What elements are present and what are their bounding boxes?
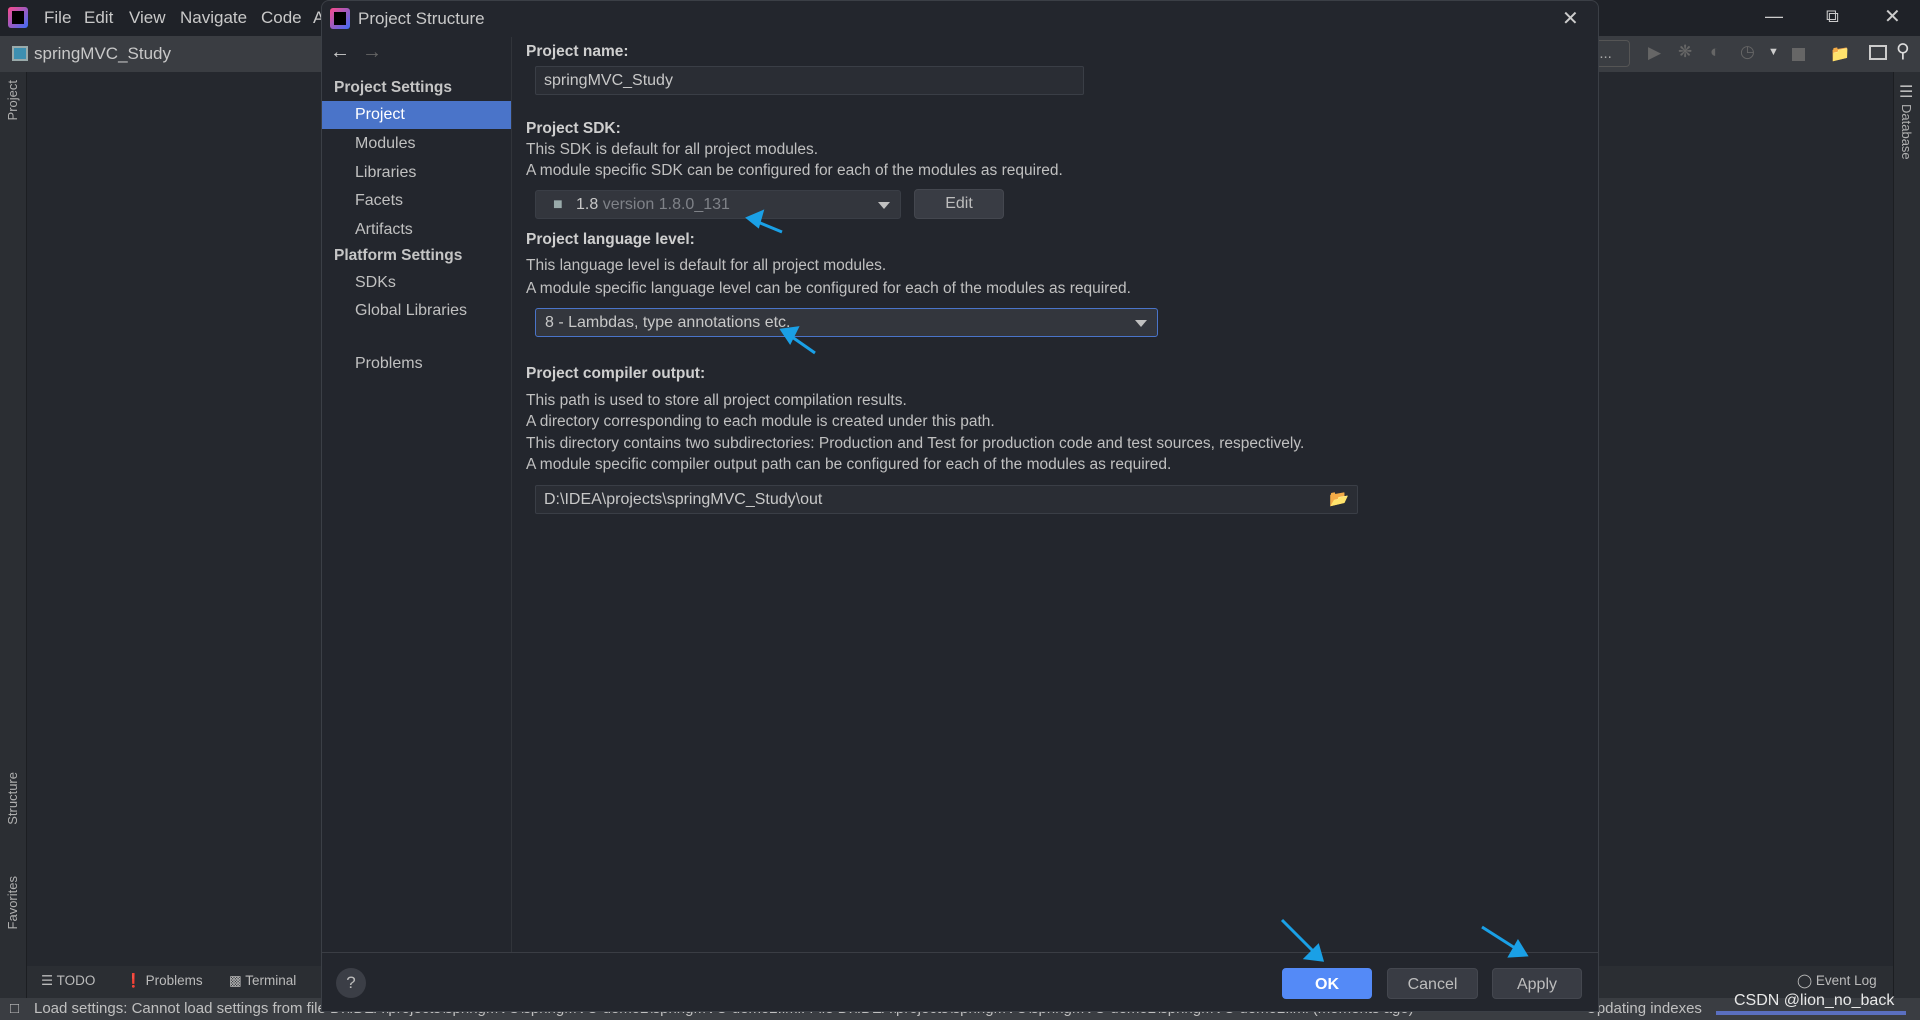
sidebar-item-project[interactable]: Project	[322, 101, 511, 129]
language-level-dropdown[interactable]: 8 - Lambdas, type annotations etc.	[535, 308, 1158, 337]
project-folder-icon	[12, 46, 28, 61]
dialog-title: Project Structure	[358, 9, 485, 28]
project-name-label: Project name:	[526, 43, 629, 60]
sidebar-item-facets[interactable]: Facets	[322, 187, 511, 215]
project-tool-tab[interactable]: Project	[5, 80, 20, 120]
todo-tab[interactable]: ☰ TODO	[41, 973, 95, 989]
project-sdk-dropdown[interactable]: ■ 1.8 version 1.8.0_131	[535, 190, 901, 219]
language-description-1: This language level is default for all p…	[526, 257, 887, 274]
project-structure-icon[interactable]: 📁	[1830, 44, 1850, 64]
favorites-tool-tab[interactable]: Favorites	[5, 876, 20, 929]
compiler-output-label: Project compiler output:	[526, 365, 706, 382]
help-button[interactable]: ?	[336, 968, 366, 998]
database-icon: ☰	[1899, 84, 1914, 101]
coverage-icon[interactable]: ◐	[1710, 42, 1720, 62]
sidebar-item-libraries[interactable]: Libraries	[322, 159, 511, 187]
profile-icon[interactable]: ◷	[1740, 42, 1755, 62]
sidebar-item-global-libraries[interactable]: Global Libraries	[322, 297, 511, 325]
intellij-logo-icon	[8, 7, 28, 28]
footer-divider	[322, 952, 1598, 953]
chevron-down-icon	[878, 202, 890, 209]
forward-arrow-icon[interactable]: →	[362, 41, 382, 64]
event-log-tab[interactable]: ◯ Event Log	[1797, 973, 1877, 989]
language-description-2: A module specific language level can be …	[526, 280, 1131, 297]
output-description-4: A module specific compiler output path c…	[526, 456, 1172, 473]
problems-label: Problems	[145, 973, 203, 988]
problems-tab[interactable]: ❗ Problems	[125, 973, 203, 989]
edit-sdk-button[interactable]: Edit	[914, 189, 1004, 219]
ok-button[interactable]: OK	[1282, 968, 1372, 999]
chevron-down-icon	[1135, 320, 1147, 327]
menu-file[interactable]: File	[44, 8, 71, 28]
sidebar-item-modules[interactable]: Modules	[322, 130, 511, 158]
project-settings-header: Project Settings	[334, 79, 452, 96]
project-name-input[interactable]: springMVC_Study	[535, 66, 1084, 95]
jdk-folder-icon: ■	[553, 196, 563, 213]
right-tool-strip: ☰ Database	[1893, 72, 1920, 998]
terminal-label: Terminal	[245, 973, 297, 988]
settings-sidebar: ← → Project Settings Project Modules Lib…	[322, 37, 512, 952]
output-description-1: This path is used to store all project c…	[526, 392, 907, 409]
sdk-description-1: This SDK is default for all project modu…	[526, 141, 819, 158]
structure-tool-tab[interactable]: Structure	[5, 772, 20, 825]
search-icon[interactable]: ⚲	[1896, 40, 1910, 63]
status-icon: □	[10, 1000, 20, 1017]
window-close-icon[interactable]: ✕	[1884, 4, 1901, 29]
event-log-label: Event Log	[1815, 973, 1877, 988]
stop-icon[interactable]	[1792, 48, 1805, 61]
dialog-close-icon[interactable]: ✕	[1562, 6, 1579, 31]
sdk-name: 1.8	[576, 196, 599, 213]
project-breadcrumb[interactable]: springMVC_Study	[34, 44, 171, 64]
menu-edit[interactable]: Edit	[84, 8, 113, 28]
compiler-output-input[interactable]: D:\IDEA\projects\springMVC_Study\out 📂	[535, 485, 1358, 514]
restore-icon[interactable]: ⧉	[1826, 6, 1839, 27]
sidebar-item-problems[interactable]: Problems	[322, 350, 511, 378]
compiler-output-value: D:\IDEA\projects\springMVC_Study\out	[544, 491, 823, 508]
terminal-tab[interactable]: ▩ Terminal	[229, 973, 296, 989]
run-icon[interactable]: ▶	[1648, 43, 1661, 63]
sdk-version: version 1.8.0_131	[602, 196, 730, 213]
browse-folder-icon[interactable]: 📂	[1329, 486, 1349, 513]
left-tool-strip: Project Structure Favorites	[0, 72, 27, 998]
dropdown-icon[interactable]: ▼	[1768, 46, 1779, 58]
todo-label: TODO	[56, 973, 96, 988]
indexing-progress-bar	[1716, 1011, 1906, 1015]
database-tool-tab[interactable]: Database	[1899, 104, 1914, 160]
menu-navigate[interactable]: Navigate	[180, 8, 247, 28]
terminal-icon[interactable]	[1869, 45, 1887, 60]
apply-button[interactable]: Apply	[1492, 968, 1582, 999]
menu-code[interactable]: Code	[261, 8, 302, 28]
platform-settings-header: Platform Settings	[334, 247, 463, 264]
output-description-3: This directory contains two subdirectori…	[526, 435, 1305, 452]
debug-icon[interactable]: ❋	[1678, 42, 1692, 62]
minimize-icon[interactable]: —	[1765, 6, 1783, 27]
back-arrow-icon[interactable]: ←	[330, 41, 350, 64]
sdk-description-2: A module specific SDK can be configured …	[526, 162, 1063, 179]
sidebar-item-sdks[interactable]: SDKs	[322, 269, 511, 297]
project-structure-dialog: Project Structure ✕ ← → Project Settings…	[321, 0, 1599, 1012]
watermark: CSDN @lion_no_back	[1734, 992, 1895, 1009]
sidebar-item-artifacts[interactable]: Artifacts	[322, 216, 511, 244]
intellij-logo-icon	[330, 8, 350, 29]
project-sdk-label: Project SDK:	[526, 120, 621, 137]
language-level-label: Project language level:	[526, 231, 695, 248]
language-level-value: 8 - Lambdas, type annotations etc.	[545, 314, 791, 331]
dialog-title-bar: Project Structure ✕	[322, 1, 1598, 37]
cancel-button[interactable]: Cancel	[1387, 968, 1478, 999]
output-description-2: A directory corresponding to each module…	[526, 413, 995, 430]
menu-view[interactable]: View	[129, 8, 166, 28]
